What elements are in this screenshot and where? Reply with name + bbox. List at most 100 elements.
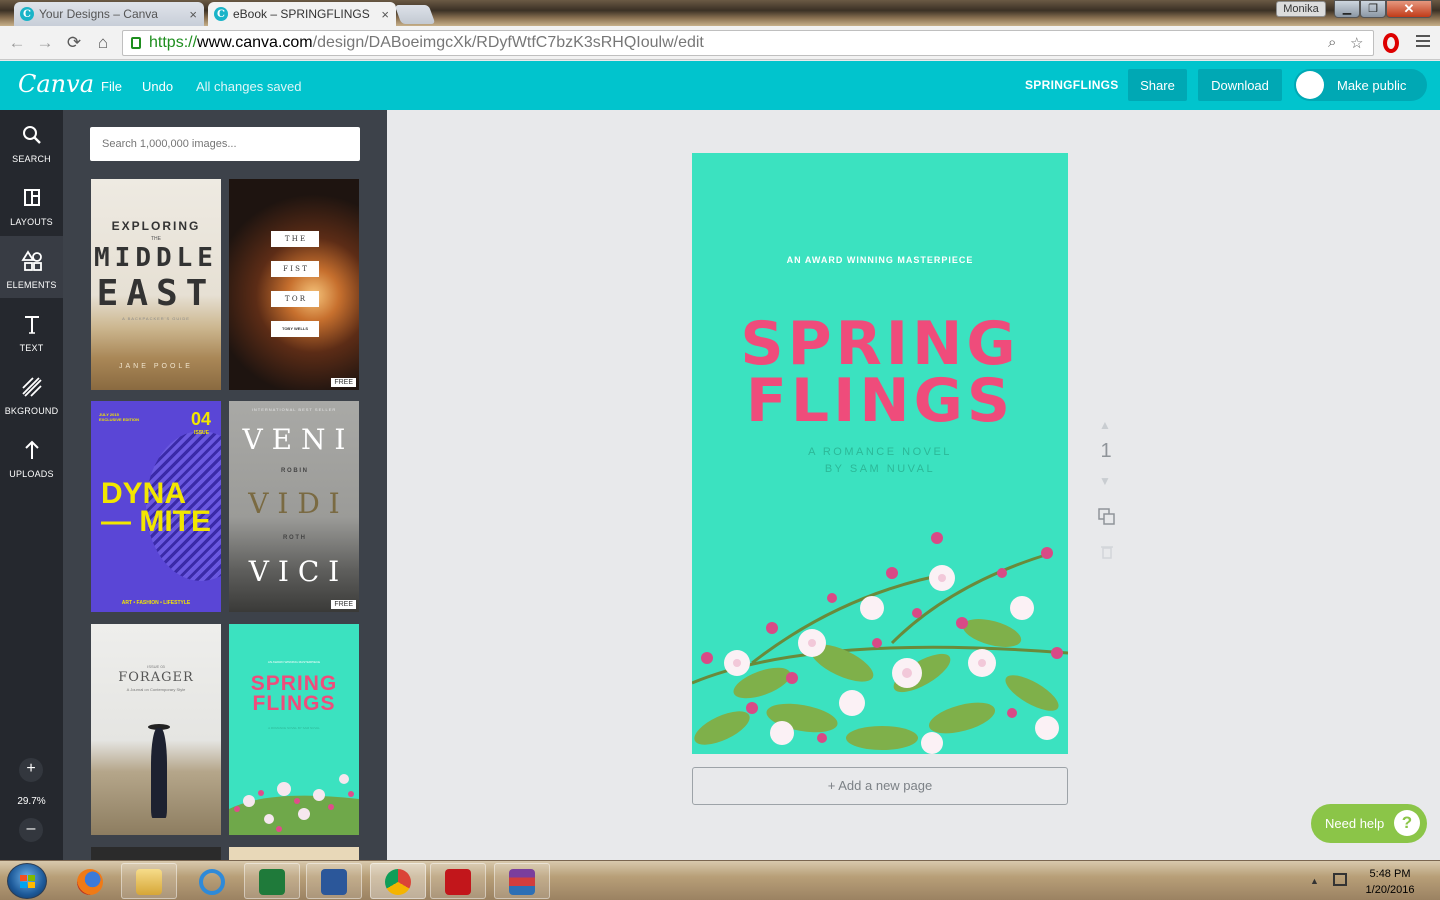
lock-icon: [131, 37, 141, 49]
need-help-button[interactable]: Need help ?: [1311, 804, 1427, 843]
layout-thumb-the-fistor[interactable]: T H E F I S T T O R TOBY WELLS FREE: [229, 179, 359, 390]
tab-label: Your Designs – Canva: [39, 7, 158, 21]
design-name[interactable]: SPRINGFLINGS: [1025, 78, 1119, 92]
move-page-down-icon[interactable]: ▼: [1099, 474, 1111, 488]
thumb-text: JULY 2015 EXCLUSIVE EDITION: [99, 412, 140, 422]
move-page-up-icon[interactable]: ▲: [1099, 418, 1111, 432]
tab-label: eBook – SPRINGFLINGS: [233, 7, 370, 21]
tab-your-designs[interactable]: C Your Designs – Canva ×: [14, 2, 204, 26]
back-arrow-icon[interactable]: ←: [6, 32, 28, 54]
bookmark-star-icon[interactable]: ☆: [1350, 34, 1363, 52]
taskbar-clock[interactable]: 5:48 PM 1/20/2016: [1356, 866, 1424, 898]
close-tab-icon[interactable]: ×: [381, 7, 389, 22]
chrome-icon: [385, 869, 411, 895]
canva-favicon-icon: C: [20, 7, 34, 21]
taskbar-acrobat[interactable]: [430, 863, 486, 899]
tab-ebook-springflings[interactable]: C eBook – SPRINGFLINGS ×: [208, 2, 396, 26]
reload-icon[interactable]: ⟳: [63, 32, 85, 54]
design-page[interactable]: AN AWARD WINNING MASTERPIECE SPRING FLIN…: [692, 153, 1068, 754]
thumb-text: T H E: [271, 231, 319, 247]
layouts-panel: EXPLORING THE MIDDLE EAST A BACKPACKER'S…: [63, 110, 387, 860]
window-user-badge[interactable]: Monika: [1276, 1, 1326, 17]
layout-thumb-partial[interactable]: [229, 847, 359, 860]
page-number: 1: [1100, 440, 1112, 462]
make-public-toggle[interactable]: Make public: [1294, 69, 1427, 101]
thumb-flowers: [229, 774, 359, 835]
address-bar[interactable]: https://www.canva.com/design/DABoeimgcXk…: [122, 30, 1374, 56]
start-orb-button[interactable]: [7, 863, 47, 899]
page-title-line2[interactable]: FLINGS: [692, 366, 1068, 436]
word-icon: [321, 869, 347, 895]
firefox-icon: [77, 869, 103, 895]
zoom-out-button[interactable]: –: [19, 818, 43, 842]
upload-icon: [24, 440, 39, 459]
undo-button[interactable]: Undo: [142, 79, 173, 94]
sidebar-item-text[interactable]: TEXT: [0, 299, 63, 361]
taskbar-firefox[interactable]: [62, 863, 118, 899]
thumb-text: FLINGS: [252, 692, 336, 715]
show-hidden-icons-icon[interactable]: ▲: [1310, 876, 1319, 886]
maximize-button[interactable]: ❐: [1360, 0, 1386, 18]
page-flower-image[interactable]: [692, 513, 1068, 754]
thumb-text: EXPLORING: [111, 219, 201, 233]
home-icon[interactable]: ⌂: [92, 32, 114, 54]
screen: C Your Designs – Canva × C eBook – SPRIN…: [0, 0, 1440, 900]
close-window-button[interactable]: ✕: [1386, 0, 1432, 18]
new-tab-button[interactable]: [394, 5, 436, 24]
thumb-photo: [151, 728, 167, 818]
text-icon: [24, 316, 39, 334]
add-new-page-button[interactable]: + Add a new page: [692, 767, 1068, 805]
sidebar-item-elements[interactable]: ELEMENTS: [0, 236, 63, 298]
page-kicker[interactable]: AN AWARD WINNING MASTERPIECE: [692, 255, 1068, 265]
sidebar-item-label: ELEMENTS: [6, 280, 57, 290]
layout-thumb-dynamite[interactable]: JULY 2015 EXCLUSIVE EDITION 04 ISSUE DYN…: [91, 401, 221, 612]
layout-thumb-partial[interactable]: [91, 847, 221, 860]
share-button[interactable]: Share: [1128, 69, 1187, 101]
layout-thumb-veni-vidi-vici[interactable]: INTERNATIONAL BEST SELLER V E N I R O B …: [229, 401, 359, 612]
thumb-text: AN AWARD WINNING MASTERPIECE: [267, 660, 321, 664]
taskbar-word[interactable]: [306, 863, 362, 899]
sidebar-item-uploads[interactable]: UPLOADS: [0, 425, 63, 487]
page-subtitle-line1[interactable]: A ROMANCE NOVEL: [692, 446, 1068, 458]
download-button[interactable]: Download: [1198, 69, 1282, 101]
layout-thumb-forager[interactable]: ISSUE 03 FORAGER A Journal on Contempora…: [91, 624, 221, 835]
url-text: https://www.canva.com/design/DABoeimgcXk…: [149, 34, 704, 51]
network-icon[interactable]: [1333, 873, 1347, 886]
browser-menu-icon[interactable]: [1416, 35, 1430, 49]
forward-arrow-icon[interactable]: →: [34, 32, 56, 54]
acrobat-icon: [445, 869, 471, 895]
minimize-button[interactable]: ▁: [1334, 0, 1360, 18]
page-subtitle-line2[interactable]: BY SAM NUVAL: [692, 463, 1068, 475]
thumb-text: F I S T: [271, 261, 319, 277]
need-help-label: Need help: [1325, 816, 1385, 831]
thumb-text: R O B I N: [280, 468, 307, 474]
canva-logo[interactable]: Canva: [18, 70, 94, 98]
delete-page-icon[interactable]: [1101, 545, 1113, 559]
file-menu[interactable]: File: [101, 79, 122, 94]
taskbar-excel[interactable]: [244, 863, 300, 899]
search-icon: [22, 126, 41, 144]
clock-date: 1/20/2016: [1365, 884, 1415, 896]
zoom-magnifier-icon[interactable]: ⌕: [1328, 34, 1336, 51]
sidebar-item-layouts[interactable]: LAYOUTS: [0, 173, 63, 235]
sidebar-item-search[interactable]: SEARCH: [0, 110, 63, 172]
sidebar-item-label: UPLOADS: [9, 469, 54, 479]
layout-thumb-spring-flings[interactable]: AN AWARD WINNING MASTERPIECE SPRING FLIN…: [229, 624, 359, 835]
thumb-text: A BACKPACKER'S GUIDE: [122, 316, 190, 321]
taskbar-winrar[interactable]: [494, 863, 550, 899]
thumb-text: JANE POOLE: [119, 363, 193, 370]
opera-extension-icon[interactable]: [1383, 33, 1399, 53]
close-tab-icon[interactable]: ×: [189, 7, 197, 22]
thumb-text: FORAGER: [118, 670, 194, 685]
layout-thumb-middle-east[interactable]: EXPLORING THE MIDDLE EAST A BACKPACKER'S…: [91, 179, 221, 390]
copy-page-icon[interactable]: [1098, 508, 1116, 526]
taskbar-file-explorer[interactable]: [121, 863, 177, 899]
thumb-text: ISSUE: [194, 430, 210, 436]
question-mark-icon: ?: [1394, 810, 1420, 836]
sidebar-item-background[interactable]: BKGROUND: [0, 362, 63, 424]
zoom-in-button[interactable]: +: [19, 758, 43, 782]
taskbar-internet-explorer[interactable]: [184, 863, 240, 899]
taskbar-chrome[interactable]: [370, 863, 426, 899]
background-icon: [21, 377, 42, 397]
image-search-input[interactable]: [90, 127, 360, 161]
